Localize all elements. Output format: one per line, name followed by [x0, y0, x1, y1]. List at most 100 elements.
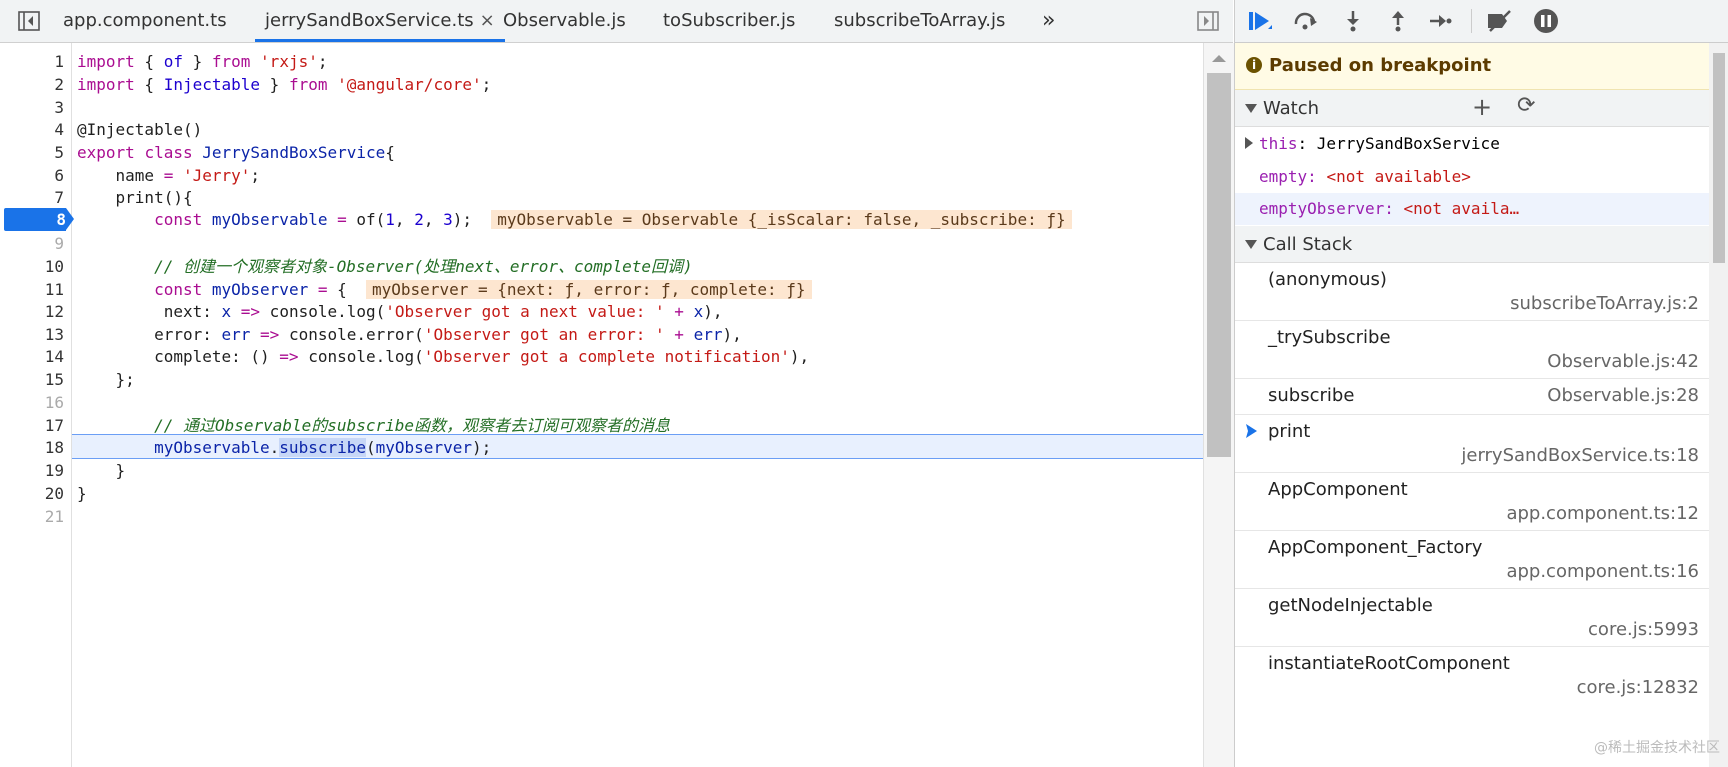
expand-triangle-icon[interactable]: [1245, 240, 1257, 249]
frame-location[interactable]: core.js:5993: [1588, 619, 1699, 640]
inline-value-my-observer[interactable]: myObserver = {next: ƒ, error: ƒ, complet…: [366, 280, 812, 299]
frame-location[interactable]: Observable.js:42: [1547, 351, 1699, 372]
scrollbar-thumb[interactable]: [1207, 73, 1231, 457]
breakpoint-arrow: [66, 208, 74, 230]
info-icon: i: [1246, 57, 1262, 73]
more-tabs-icon[interactable]: »: [1042, 0, 1055, 42]
call-frame[interactable]: getNodeInjectable core.js:5993: [1235, 589, 1728, 647]
line-number[interactable]: 7: [0, 186, 64, 209]
code-line-14: complete: () => console.log('Observer go…: [77, 347, 810, 366]
line-number-gutter[interactable]: 1 2 3 4 5 6 7 8 9 10 11 12 13 14 15 16 1…: [0, 43, 72, 767]
line-number[interactable]: 20: [0, 482, 64, 505]
line-number[interactable]: 6: [0, 164, 64, 187]
step-button[interactable]: [1425, 7, 1455, 35]
deactivate-breakpoints-button[interactable]: [1485, 7, 1515, 35]
step-over-button[interactable]: [1291, 7, 1321, 35]
add-watch-icon[interactable]: +: [1472, 93, 1492, 121]
step-out-button[interactable]: [1383, 7, 1413, 35]
tab-label: toSubscriber.js: [663, 10, 796, 31]
line-number[interactable]: 10: [0, 255, 64, 278]
frame-function: AppComponent: [1268, 479, 1408, 500]
code-editor[interactable]: 1 2 3 4 5 6 7 8 9 10 11 12 13 14 15 16 1…: [0, 43, 1234, 767]
toggle-debugger-sidebar-icon[interactable]: [1197, 10, 1219, 32]
line-number[interactable]: 16: [0, 391, 64, 414]
line-number[interactable]: 14: [0, 345, 64, 368]
tab-jerry-sandbox-service[interactable]: jerrySandBoxService.ts ×: [255, 0, 505, 42]
tab-label: Observable.js: [503, 10, 626, 31]
code-line-18: myObservable.subscribe(myObserver);: [154, 438, 492, 457]
call-frame[interactable]: AppComponent app.component.ts:12: [1235, 473, 1728, 531]
call-frame[interactable]: (anonymous) subscribeToArray.js:2: [1235, 263, 1728, 321]
step-into-button[interactable]: [1338, 7, 1368, 35]
frame-function: (anonymous): [1268, 269, 1387, 290]
debugger-toolbar: [1235, 0, 1728, 43]
code-line-13: error: err => console.error('Observer go…: [77, 325, 742, 344]
line-number[interactable]: 12: [0, 300, 64, 323]
pause-on-exceptions-icon: [1534, 9, 1558, 33]
tab-app-component[interactable]: app.component.ts: [63, 0, 227, 42]
pause-on-exceptions-button[interactable]: [1531, 7, 1561, 35]
frame-location[interactable]: app.component.ts:12: [1506, 503, 1699, 524]
refresh-watch-icon[interactable]: ⟳: [1517, 93, 1535, 118]
step-out-icon: [1392, 11, 1404, 32]
frame-location[interactable]: jerrySandBoxService.ts:18: [1461, 445, 1699, 466]
paused-banner: i Paused on breakpoint: [1235, 43, 1728, 90]
code-line-11: const myObserver = { myObserver = {next:…: [77, 278, 812, 301]
editor-scrollbar[interactable]: [1203, 43, 1234, 767]
scroll-up-icon[interactable]: [1212, 55, 1226, 62]
watch-title: Watch: [1263, 98, 1320, 119]
breakpoint-marker[interactable]: 8: [4, 208, 66, 231]
line-number[interactable]: 5: [0, 141, 64, 164]
line-number[interactable]: 19: [0, 459, 64, 482]
watch-item-empty-observer[interactable]: emptyObserver: <not availa…: [1235, 193, 1728, 225]
inline-value-my-observable[interactable]: myObservable = Observable {_isScalar: fa…: [491, 210, 1072, 229]
close-tab-icon[interactable]: ×: [480, 10, 495, 31]
frame-location[interactable]: subscribeToArray.js:2: [1510, 293, 1699, 314]
line-number[interactable]: 21: [0, 505, 64, 528]
frame-location[interactable]: app.component.ts:16: [1506, 561, 1699, 582]
line-number[interactable]: 4: [0, 118, 64, 141]
watch-item-empty[interactable]: empty: <not available>: [1235, 161, 1728, 193]
call-stack-section-header[interactable]: Call Stack: [1235, 226, 1728, 263]
line-number[interactable]: 15: [0, 368, 64, 391]
line-number[interactable]: 11: [0, 278, 64, 301]
frame-function: instantiateRootComponent: [1268, 653, 1510, 674]
code-line-4: @Injectable(): [77, 120, 203, 139]
tab-to-subscriber[interactable]: toSubscriber.js: [663, 0, 795, 42]
line-number[interactable]: 1: [0, 50, 64, 73]
tab-label: subscribeToArray.js: [834, 10, 1006, 31]
sidebar-scrollbar[interactable]: [1709, 43, 1728, 767]
line-number[interactable]: 18: [0, 436, 64, 459]
toggle-navigator-icon[interactable]: [18, 10, 40, 32]
expand-arrow-icon[interactable]: [1245, 137, 1253, 149]
line-number[interactable]: 3: [0, 96, 64, 119]
frame-function: subscribe: [1268, 385, 1355, 406]
call-frame[interactable]: _trySubscribe Observable.js:42: [1235, 321, 1728, 379]
call-frame[interactable]: instantiateRootComponent core.js:12832: [1235, 647, 1728, 704]
code-line-20: }: [77, 484, 87, 503]
line-number[interactable]: 2: [0, 73, 64, 96]
deactivate-breakpoints-icon: [1488, 10, 1511, 32]
watch-section-header[interactable]: Watch + ⟳: [1235, 90, 1728, 127]
current-frame-arrow-icon: [1246, 424, 1257, 438]
watch-item-this[interactable]: this: JerrySandBoxService: [1235, 128, 1728, 160]
frame-location[interactable]: Observable.js:28: [1547, 385, 1699, 406]
tab-subscribe-to-array[interactable]: subscribeToArray.js: [834, 0, 1005, 42]
resume-button[interactable]: [1245, 7, 1275, 35]
step-into-icon: [1347, 11, 1359, 32]
line-number[interactable]: 17: [0, 414, 64, 437]
tab-observable[interactable]: Observable.js: [503, 0, 626, 42]
line-number[interactable]: 13: [0, 323, 64, 346]
code-line-1: import { of } from 'rxjs';: [77, 52, 328, 71]
frame-location[interactable]: core.js:12832: [1577, 677, 1699, 698]
resume-icon: [1249, 12, 1272, 30]
expand-triangle-icon[interactable]: [1245, 104, 1257, 113]
code-line-8: const myObservable = of(1, 2, 3); myObse…: [77, 208, 1072, 231]
scrollbar-thumb[interactable]: [1713, 53, 1725, 263]
call-frame[interactable]: subscribe Observable.js:28: [1235, 379, 1728, 415]
call-frame[interactable]: AppComponent_Factory app.component.ts:16: [1235, 531, 1728, 589]
line-number[interactable]: 9: [0, 232, 64, 255]
code-line-10: // 创建一个观察者对象-Observer(处理next、error、compl…: [77, 257, 693, 276]
call-frame-current[interactable]: print jerrySandBoxService.ts:18: [1235, 415, 1728, 473]
code-line-15: };: [77, 370, 135, 389]
